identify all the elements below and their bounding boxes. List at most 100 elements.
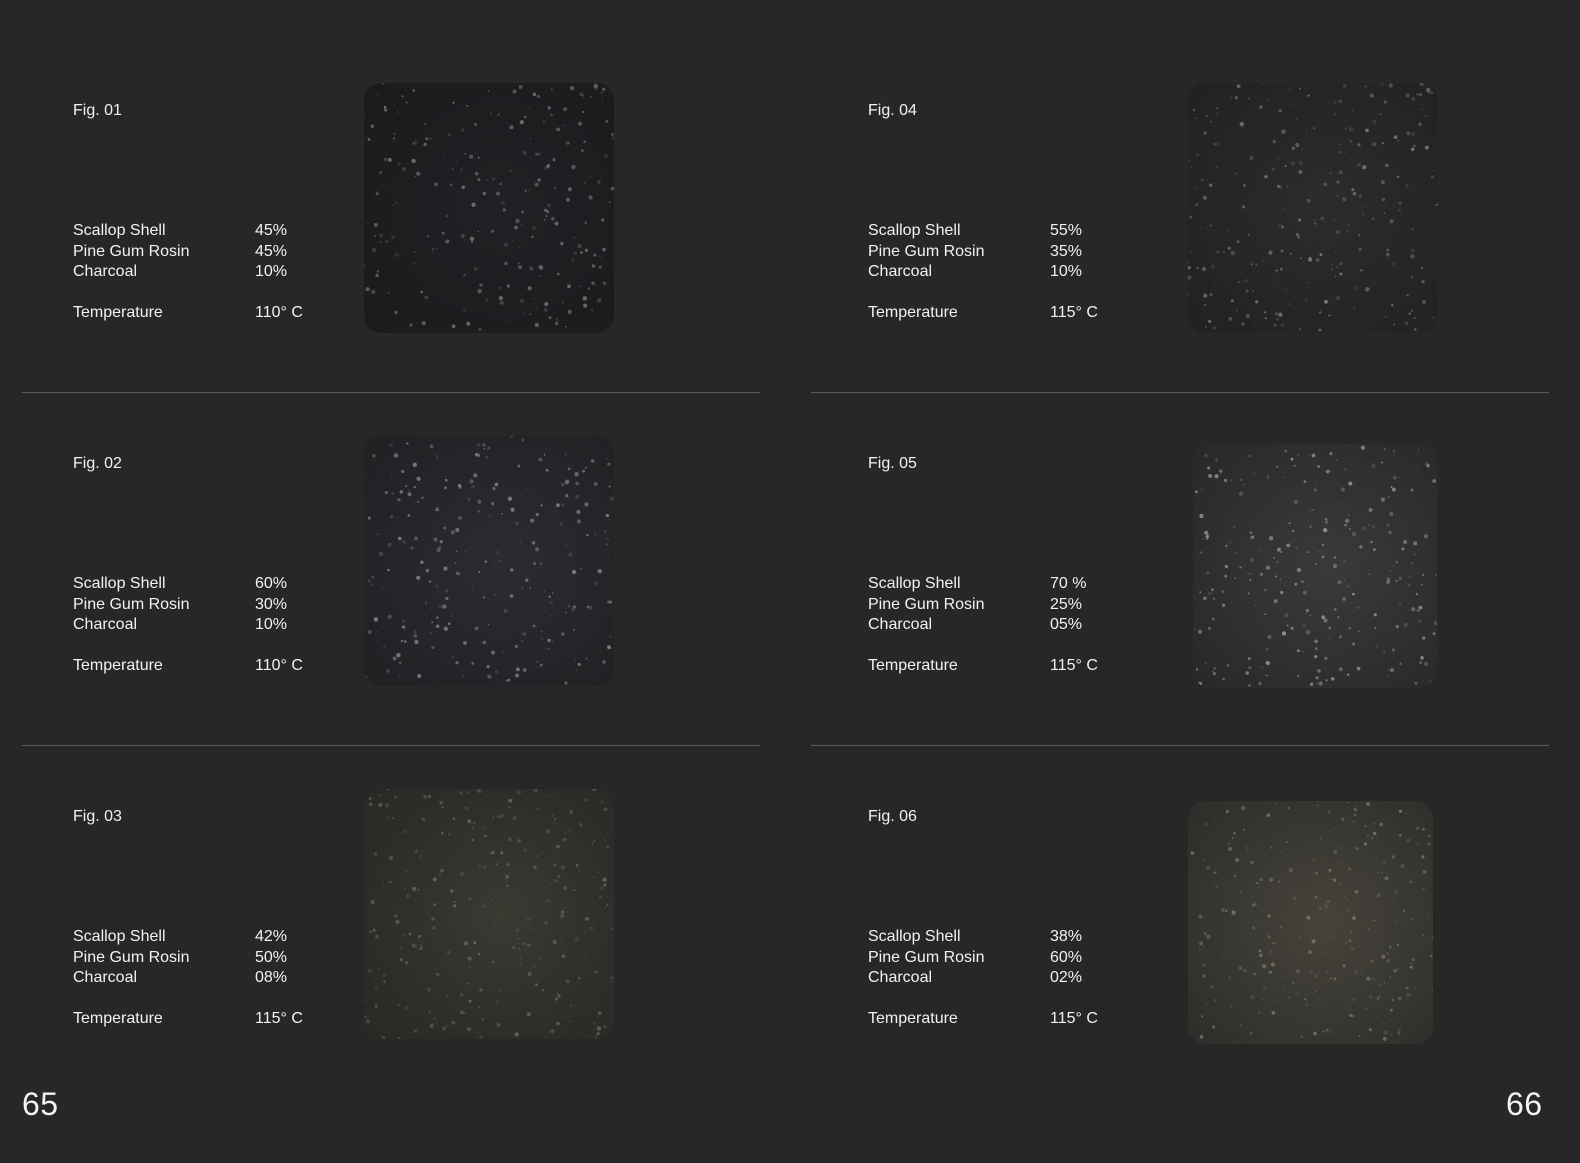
swatch-speck <box>438 604 442 609</box>
swatch-speck <box>464 239 466 241</box>
swatch-speck <box>541 989 544 992</box>
swatch-speck <box>1280 225 1284 229</box>
sample-fig-04: Fig. 04 Scallop Shell 55% Pine Gum Rosin 3… <box>817 83 1555 457</box>
swatch-speck <box>1192 108 1196 112</box>
swatch-speck <box>1344 897 1347 899</box>
swatch-speck <box>1318 681 1323 686</box>
swatch-speck <box>606 831 610 834</box>
swatch-speck <box>1326 899 1331 904</box>
row-temperature: Temperature 110° C <box>73 303 303 324</box>
swatch-speck <box>606 457 608 459</box>
swatch-speck <box>1214 474 1219 479</box>
swatch-speck <box>1392 565 1394 567</box>
swatch-speck <box>601 91 603 94</box>
swatch-speck <box>1274 802 1277 805</box>
swatch-speck <box>423 142 427 147</box>
swatch-speck <box>432 926 436 930</box>
swatch-speck <box>1377 871 1380 874</box>
swatch-speck <box>551 814 554 817</box>
swatch-speck <box>471 914 473 916</box>
swatch-speck <box>468 897 472 901</box>
swatch-speck <box>527 286 532 291</box>
swatch-speck <box>1409 880 1412 883</box>
swatch-speck <box>564 1015 567 1018</box>
swatch-speck <box>389 913 391 915</box>
row-label: Pine Gum Rosin <box>868 242 985 260</box>
swatch-speck <box>596 1031 600 1036</box>
swatch-speck <box>452 817 456 820</box>
swatch-speck <box>1267 99 1269 101</box>
swatch-speck <box>1203 293 1208 298</box>
swatch-speck <box>534 182 539 187</box>
swatch-speck <box>1421 280 1425 284</box>
swatch-speck <box>442 604 447 609</box>
row-charcoal: Charcoal 10% <box>868 262 1098 283</box>
swatch-speck <box>1245 846 1248 850</box>
swatch-speck <box>1195 186 1198 189</box>
swatch-speck <box>1352 916 1356 920</box>
swatch-speck <box>550 882 552 885</box>
swatch-speck <box>593 813 595 815</box>
swatch-speck <box>1231 1040 1234 1043</box>
swatch-speck <box>1351 143 1354 145</box>
swatch-speck <box>399 490 403 494</box>
swatch-speck <box>1252 290 1254 292</box>
swatch-speck <box>1324 656 1328 661</box>
swatch-speck <box>1293 464 1296 467</box>
swatch-speck <box>1243 183 1246 187</box>
swatch-speck <box>562 837 567 842</box>
swatch-speck <box>1201 945 1205 949</box>
swatch-speck <box>561 1033 563 1035</box>
swatch-speck <box>1338 635 1342 639</box>
row-value: 115° C <box>1050 656 1098 674</box>
row-value: 60% <box>255 575 288 592</box>
swatch-speck <box>1230 250 1236 256</box>
swatch-speck <box>382 882 385 884</box>
swatch-speck <box>606 537 610 541</box>
swatch-speck <box>488 612 490 614</box>
swatch-speck <box>1321 543 1324 546</box>
swatch-speck <box>603 1025 606 1028</box>
swatch-speck <box>568 552 573 557</box>
swatch-speck <box>1422 300 1426 304</box>
swatch-speck <box>547 899 551 903</box>
swatch-speck <box>1329 172 1332 175</box>
swatch-speck <box>1332 878 1337 882</box>
swatch-speck <box>473 941 477 945</box>
swatch-speck <box>483 834 487 838</box>
swatch-speck <box>465 806 468 810</box>
row-pine-gum-rosin: Pine Gum Rosin 45% <box>73 242 303 263</box>
swatch-speck <box>1349 126 1354 132</box>
swatch-speck <box>591 843 594 845</box>
swatch-speck <box>507 837 512 842</box>
swatch-speck <box>601 87 606 92</box>
swatch-speck <box>573 251 577 255</box>
swatch-speck <box>401 94 405 98</box>
swatch-speck <box>514 1032 519 1037</box>
row-value: 10% <box>255 263 288 280</box>
swatch-speck <box>1323 182 1328 187</box>
swatch-speck <box>441 806 444 809</box>
swatch-speck <box>371 247 377 253</box>
swatch-speck <box>1207 466 1211 470</box>
swatch-speck <box>441 231 445 235</box>
swatch-speck <box>534 547 540 552</box>
row-label: Pine Gum Rosin <box>73 242 190 260</box>
swatch-speck <box>1417 843 1419 845</box>
swatch-speck <box>1211 588 1214 592</box>
swatch-speck <box>1409 541 1412 544</box>
swatch-speck <box>1200 178 1204 182</box>
page-number: 66 <box>1506 1086 1543 1122</box>
swatch-speck <box>1225 810 1229 814</box>
swatch-speck <box>1383 448 1386 451</box>
swatch-speck <box>1337 580 1342 585</box>
swatch-speck <box>535 512 540 517</box>
swatch-speck <box>536 807 540 811</box>
swatch-speck <box>1198 914 1203 919</box>
row-charcoal: Charcoal 02% <box>868 968 1098 989</box>
swatch-speck <box>1416 826 1420 831</box>
swatch-speck <box>1328 314 1331 317</box>
swatch-speck <box>561 632 565 636</box>
swatch-speck <box>485 795 488 798</box>
swatch-speck <box>494 924 497 927</box>
